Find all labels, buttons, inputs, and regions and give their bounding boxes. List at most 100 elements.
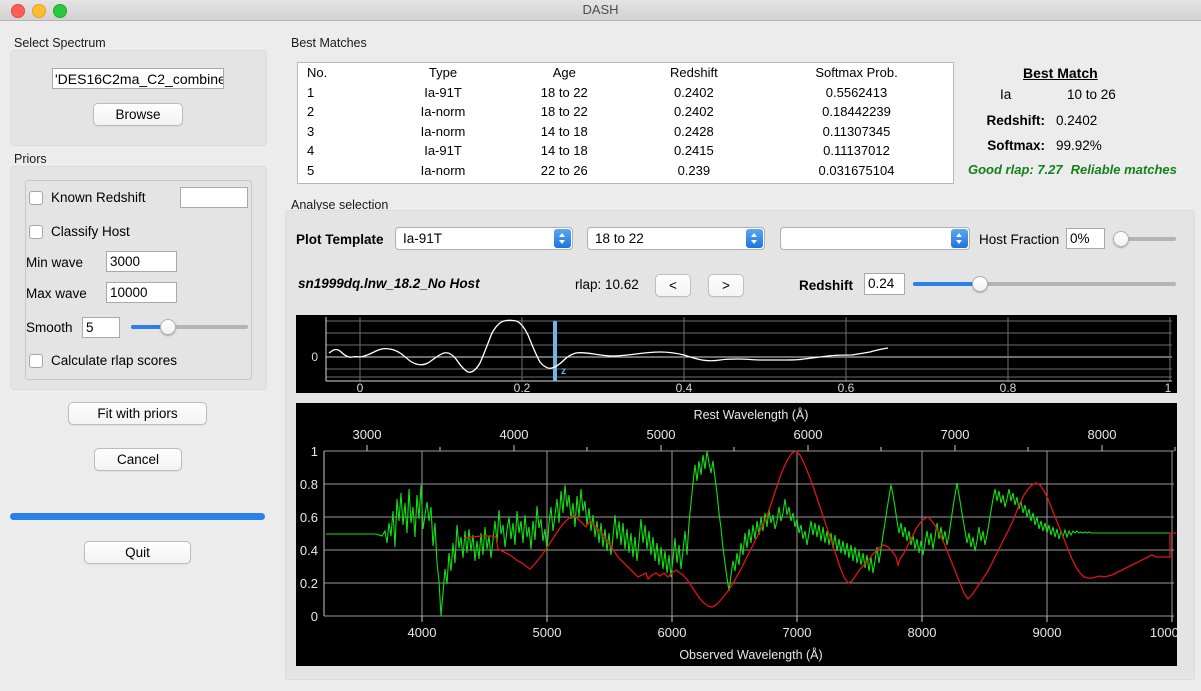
table-row[interactable]: 6 Ia-norm 10 to 14 0.244 0.003411300 bbox=[298, 180, 953, 184]
cell-age: 10 to 14 bbox=[501, 180, 628, 184]
rlap-value-label: rlap: 10.62 bbox=[575, 277, 639, 292]
host-fraction-slider[interactable] bbox=[1113, 231, 1176, 247]
window-title: DASH bbox=[0, 2, 1201, 17]
known-redshift-row[interactable]: Known Redshift bbox=[29, 190, 146, 205]
cell-no: 4 bbox=[298, 141, 385, 161]
svg-text:1: 1 bbox=[1165, 381, 1172, 393]
observed-wavelength-axis-label: Observed Wavelength (Å) bbox=[679, 647, 822, 662]
svg-text:10000: 10000 bbox=[1150, 625, 1177, 640]
redshift-label: Redshift bbox=[799, 278, 853, 293]
classify-host-row[interactable]: Classify Host bbox=[29, 224, 130, 239]
table-row[interactable]: 2 Ia-norm 18 to 22 0.2402 0.18442239 bbox=[298, 102, 953, 122]
classify-host-label: Classify Host bbox=[51, 224, 130, 239]
svg-text:0.8: 0.8 bbox=[300, 477, 318, 492]
cell-softmax: 0.11137012 bbox=[760, 141, 953, 161]
browse-button[interactable]: Browse bbox=[93, 103, 183, 126]
svg-text:0.4: 0.4 bbox=[300, 543, 318, 558]
cell-softmax: 0.031675104 bbox=[760, 161, 953, 181]
select-spectrum-group-label: Select Spectrum bbox=[14, 36, 106, 50]
template-extra-select[interactable] bbox=[780, 227, 970, 250]
template-age-value: 18 to 22 bbox=[595, 228, 644, 249]
previous-template-button[interactable]: < bbox=[655, 274, 691, 297]
cell-type: Ia-91T bbox=[385, 83, 501, 103]
cell-softmax: 0.11307345 bbox=[760, 122, 953, 142]
smooth-slider[interactable] bbox=[131, 319, 248, 335]
redshift-slider[interactable] bbox=[913, 276, 1176, 292]
fit-with-priors-button[interactable]: Fit with priors bbox=[68, 402, 207, 425]
best-matches-table[interactable]: No. Type Age Redshift Softmax Prob. 1 Ia… bbox=[297, 62, 954, 184]
svg-text:3000: 3000 bbox=[353, 427, 382, 442]
template-type-select[interactable]: Ia-91T bbox=[395, 227, 573, 250]
best-match-redshift-value: 0.2402 bbox=[1056, 113, 1097, 128]
smooth-slider-knob[interactable] bbox=[160, 319, 176, 335]
smooth-input[interactable]: 5 bbox=[82, 317, 120, 338]
best-matches-group-label: Best Matches bbox=[291, 36, 367, 50]
chevron-updown-icon[interactable] bbox=[951, 229, 968, 248]
calculate-rlap-row[interactable]: Calculate rlap scores bbox=[29, 353, 177, 368]
cell-age: 14 to 18 bbox=[501, 122, 628, 142]
svg-text:0: 0 bbox=[357, 381, 364, 393]
cell-softmax: 0.5562413 bbox=[760, 83, 953, 103]
host-fraction-input[interactable]: 0% bbox=[1066, 228, 1105, 249]
best-match-title: Best Match bbox=[1023, 65, 1098, 81]
template-age-select[interactable]: 18 to 22 bbox=[587, 227, 765, 250]
known-redshift-checkbox[interactable] bbox=[29, 191, 43, 205]
cell-type: Ia-norm bbox=[385, 122, 501, 142]
table-row[interactable]: 3 Ia-norm 14 to 18 0.2428 0.11307345 bbox=[298, 122, 953, 142]
cell-no: 2 bbox=[298, 102, 385, 122]
best-match-redshift-label: Redshift: bbox=[960, 113, 1045, 128]
svg-text:0.2: 0.2 bbox=[300, 576, 318, 591]
svg-text:5000: 5000 bbox=[647, 427, 676, 442]
cell-type: Ia-91T bbox=[385, 141, 501, 161]
classify-host-checkbox[interactable] bbox=[29, 225, 43, 239]
cell-age: 14 to 18 bbox=[501, 141, 628, 161]
table-row[interactable]: 4 Ia-91T 14 to 18 0.2415 0.11137012 bbox=[298, 141, 953, 161]
spectrum-file-input[interactable]: 'DES16C2ma_C2_combined_ bbox=[52, 68, 224, 89]
table-row[interactable]: 1 Ia-91T 18 to 22 0.2402 0.5562413 bbox=[298, 83, 953, 103]
svg-text:7000: 7000 bbox=[783, 625, 812, 640]
cell-redshift: 0.2428 bbox=[628, 122, 760, 142]
cell-no: 1 bbox=[298, 83, 385, 103]
min-wave-input[interactable]: 3000 bbox=[106, 251, 177, 272]
cancel-button[interactable]: Cancel bbox=[94, 448, 182, 471]
cell-redshift: 0.2402 bbox=[628, 102, 760, 122]
redshift-slider-knob[interactable] bbox=[972, 276, 988, 292]
cell-no: 6 bbox=[298, 180, 385, 184]
cell-type: Ia-norm bbox=[385, 102, 501, 122]
table-row[interactable]: 5 Ia-norm 22 to 26 0.239 0.031675104 bbox=[298, 161, 953, 181]
next-template-button[interactable]: > bbox=[708, 274, 744, 297]
calculate-rlap-checkbox[interactable] bbox=[29, 354, 43, 368]
max-wave-input[interactable]: 10000 bbox=[106, 282, 177, 303]
svg-text:0.6: 0.6 bbox=[838, 381, 855, 393]
max-wave-label: Max wave bbox=[26, 286, 87, 301]
cell-no: 3 bbox=[298, 122, 385, 142]
redshift-plot-svg: z 0 0.2 0.4 0.6 0.8 1 0 bbox=[296, 315, 1177, 393]
cell-redshift: 0.239 bbox=[628, 161, 760, 181]
best-match-softmax-label: Softmax: bbox=[960, 138, 1045, 153]
table-header-row: No. Type Age Redshift Softmax Prob. bbox=[298, 63, 953, 83]
column-header-softmax: Softmax Prob. bbox=[760, 63, 953, 83]
quit-button[interactable]: Quit bbox=[84, 541, 191, 564]
known-redshift-input[interactable] bbox=[180, 187, 248, 208]
window-titlebar: DASH bbox=[0, 0, 1201, 21]
template-type-value: Ia-91T bbox=[403, 228, 442, 249]
host-fraction-slider-knob[interactable] bbox=[1113, 231, 1129, 247]
y-axis-ticklabel: 0 bbox=[311, 350, 318, 364]
priors-group-label: Priors bbox=[14, 152, 47, 166]
spectrum-plot[interactable]: Rest Wavelength (Å) 3000 4000 5000 6000 … bbox=[296, 403, 1177, 666]
svg-text:0.8: 0.8 bbox=[1000, 381, 1017, 393]
progress-bar bbox=[10, 513, 265, 520]
svg-text:5000: 5000 bbox=[533, 625, 562, 640]
redshift-correlation-plot[interactable]: z 0 0.2 0.4 0.6 0.8 1 0 bbox=[296, 315, 1177, 393]
chevron-updown-icon[interactable] bbox=[746, 229, 763, 248]
select-spectrum-group bbox=[10, 50, 267, 146]
svg-text:8000: 8000 bbox=[908, 625, 937, 640]
cell-redshift: 0.244 bbox=[628, 180, 760, 184]
cell-redshift: 0.2415 bbox=[628, 141, 760, 161]
cell-softmax: 0.003411300 bbox=[760, 180, 953, 184]
calculate-rlap-label: Calculate rlap scores bbox=[51, 353, 177, 368]
chevron-updown-icon[interactable] bbox=[554, 229, 571, 248]
cell-no: 5 bbox=[298, 161, 385, 181]
svg-text:0: 0 bbox=[311, 609, 318, 624]
redshift-input[interactable]: 0.24 bbox=[864, 273, 905, 295]
